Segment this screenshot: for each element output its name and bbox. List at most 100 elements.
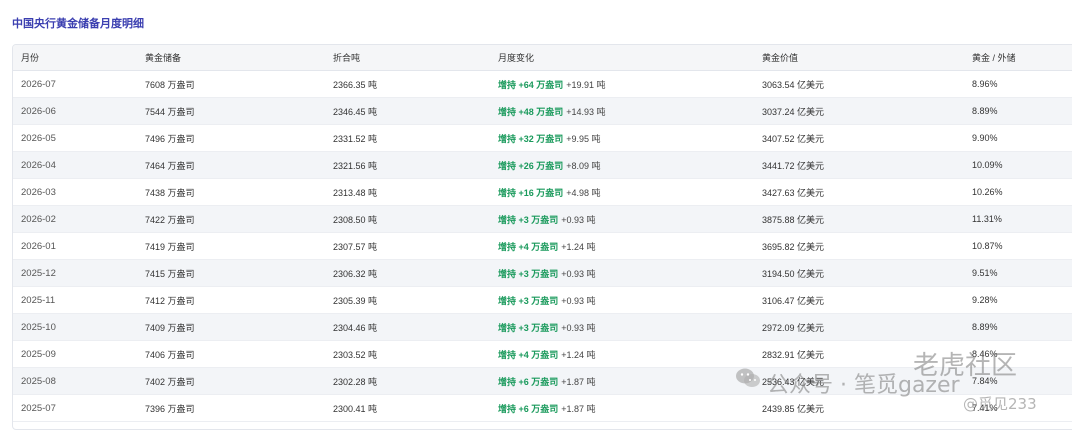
table-row[interactable]: 2026-06 7544 万盎司 2346.45 吨 增持 +48 万盎司 +14.93… xyxy=(13,98,1072,125)
change-delta: +1.24 吨 xyxy=(561,349,596,360)
cell-month: 2025-11 xyxy=(21,294,56,306)
cell-change: 增持 +26 万盎司 +8.09 吨 xyxy=(498,159,762,172)
change-label: 增持 +4 万盎司 xyxy=(498,241,559,252)
change-label: 增持 +32 万盎司 xyxy=(498,133,564,144)
cell-reserve: 7496 万盎司 xyxy=(145,133,195,144)
change-delta: +4.98 吨 xyxy=(566,187,601,198)
cell-change: 增持 +4 万盎司 +1.24 吨 xyxy=(498,348,762,361)
cell-ratio: 8.89% xyxy=(972,322,998,332)
cell-ratio: 7.41% xyxy=(972,403,998,413)
cell-tons: 2313.48 吨 xyxy=(333,187,378,198)
table-row[interactable]: 2025-12 7415 万盎司 2306.32 吨 增持 +3 万盎司 +0.93 吨… xyxy=(13,260,1072,287)
cell-reserve: 7409 万盎司 xyxy=(145,322,195,333)
cell-change: 增持 +3 万盎司 +0.93 吨 xyxy=(498,213,762,226)
change-delta: +0.93 吨 xyxy=(561,268,596,279)
cell-tons: 2321.56 吨 xyxy=(333,160,378,171)
cell-value: 2439.85 亿美元 xyxy=(762,403,825,414)
table-row[interactable]: 2026-01 7419 万盎司 2307.57 吨 增持 +4 万盎司 +1.24 吨… xyxy=(13,233,1072,260)
cell-ratio: 10.87% xyxy=(972,241,1003,251)
table-row[interactable]: 2026-02 7422 万盎司 2308.50 吨 增持 +3 万盎司 +0.93 吨… xyxy=(13,206,1072,233)
cell-month: 2025-07 xyxy=(21,402,56,414)
change-label: 增持 +26 万盎司 xyxy=(498,160,564,171)
table-row[interactable]: 2026-07 7608 万盎司 2366.35 吨 增持 +64 万盎司 +19.91… xyxy=(13,71,1072,98)
cell-change: 增持 +64 万盎司 +19.91 吨 xyxy=(498,78,762,91)
cell-value: 3695.82 亿美元 xyxy=(762,241,825,252)
cell-tons: 2304.46 吨 xyxy=(333,322,378,333)
header-tons[interactable]: 折合吨 xyxy=(333,51,498,64)
cell-month: 2026-03 xyxy=(21,186,56,198)
cell-change: 增持 +3 万盎司 +0.93 吨 xyxy=(498,294,762,307)
cell-value: 3427.63 亿美元 xyxy=(762,187,825,198)
cell-change: 增持 +6 万盎司 +1.87 吨 xyxy=(498,375,762,388)
cell-value: 3194.50 亿美元 xyxy=(762,268,825,279)
cell-month: 2025-08 xyxy=(21,375,56,387)
cell-ratio: 11.31% xyxy=(972,214,1002,224)
change-delta: +9.95 吨 xyxy=(566,133,601,144)
cell-month: 2026-07 xyxy=(21,78,56,90)
cell-ratio: 8.89% xyxy=(972,106,998,116)
header-reserve[interactable]: 黄金储备 xyxy=(145,51,333,64)
cell-value: 3037.24 亿美元 xyxy=(762,106,825,117)
cell-change: 增持 +32 万盎司 +9.95 吨 xyxy=(498,132,762,145)
cell-value: 3875.88 亿美元 xyxy=(762,214,825,225)
cell-reserve: 7412 万盎司 xyxy=(145,295,195,306)
cell-month: 2026-02 xyxy=(21,213,56,225)
cell-ratio: 7.84% xyxy=(972,376,998,386)
cell-month: 2025-10 xyxy=(21,321,56,333)
cell-month: 2025-09 xyxy=(21,348,56,360)
table-row[interactable]: 2026-03 7438 万盎司 2313.48 吨 增持 +16 万盎司 +4.98 … xyxy=(13,179,1072,206)
table-row[interactable]: 2025-11 7412 万盎司 2305.39 吨 增持 +3 万盎司 +0.93 吨… xyxy=(13,287,1072,314)
cell-month: 2025-12 xyxy=(21,267,56,279)
table-row[interactable]: 2025-07 7396 万盎司 2300.41 吨 增持 +6 万盎司 +1.87 吨… xyxy=(13,395,1072,422)
table-row[interactable]: 2025-10 7409 万盎司 2304.46 吨 增持 +3 万盎司 +0.93 吨… xyxy=(13,314,1072,341)
table-body: 2026-07 7608 万盎司 2366.35 吨 增持 +64 万盎司 +19.91… xyxy=(13,71,1072,422)
cell-value: 3407.52 亿美元 xyxy=(762,133,825,144)
header-month[interactable]: 月份 xyxy=(13,51,145,64)
cell-value: 2972.09 亿美元 xyxy=(762,322,825,333)
cell-tons: 2307.57 吨 xyxy=(333,241,378,252)
cell-ratio: 8.96% xyxy=(972,79,998,89)
cell-ratio: 9.90% xyxy=(972,133,998,143)
cell-value: 2536.43 亿美元 xyxy=(762,376,825,387)
header-value[interactable]: 黄金价值 xyxy=(762,51,972,64)
table-header: 月份 黄金储备 折合吨 月度变化 黄金价值 黄金 / 外储 xyxy=(13,45,1072,71)
cell-ratio: 8.46% xyxy=(972,349,998,359)
table-row[interactable]: 2025-08 7402 万盎司 2302.28 吨 增持 +6 万盎司 +1.87 吨… xyxy=(13,368,1072,395)
cell-reserve: 7438 万盎司 xyxy=(145,187,195,198)
change-label: 增持 +4 万盎司 xyxy=(498,349,559,360)
header-change[interactable]: 月度变化 xyxy=(498,51,762,64)
cell-tons: 2366.35 吨 xyxy=(333,79,378,90)
change-label: 增持 +3 万盎司 xyxy=(498,214,559,225)
cell-month: 2026-04 xyxy=(21,159,56,171)
cell-tons: 2305.39 吨 xyxy=(333,295,378,306)
change-label: 增持 +16 万盎司 xyxy=(498,187,564,198)
cell-reserve: 7464 万盎司 xyxy=(145,160,195,171)
table-row[interactable]: 2026-04 7464 万盎司 2321.56 吨 增持 +26 万盎司 +8.09 … xyxy=(13,152,1072,179)
change-label: 增持 +48 万盎司 xyxy=(498,106,564,117)
cell-reserve: 7419 万盎司 xyxy=(145,241,195,252)
cell-ratio: 10.26% xyxy=(972,187,1003,197)
cell-change: 增持 +16 万盎司 +4.98 吨 xyxy=(498,186,762,199)
cell-ratio: 9.51% xyxy=(972,268,998,278)
cell-tons: 2302.28 吨 xyxy=(333,376,378,387)
change-delta: +0.93 吨 xyxy=(561,295,596,306)
cell-month: 2026-06 xyxy=(21,105,56,117)
change-delta: +8.09 吨 xyxy=(566,160,601,171)
change-delta: +0.93 吨 xyxy=(561,214,596,225)
cell-value: 3106.47 亿美元 xyxy=(762,295,825,306)
cell-reserve: 7544 万盎司 xyxy=(145,106,195,117)
table-row[interactable]: 2026-05 7496 万盎司 2331.52 吨 增持 +32 万盎司 +9.95 … xyxy=(13,125,1072,152)
cell-ratio: 10.09% xyxy=(972,160,1003,170)
cell-change: 增持 +3 万盎司 +0.93 吨 xyxy=(498,321,762,334)
cell-month: 2026-01 xyxy=(21,240,56,252)
cell-value: 2832.91 亿美元 xyxy=(762,349,825,360)
cell-tons: 2331.52 吨 xyxy=(333,133,378,144)
table-row[interactable]: 2025-09 7406 万盎司 2303.52 吨 增持 +4 万盎司 +1.24 吨… xyxy=(13,341,1072,368)
header-ratio[interactable]: 黄金 / 外储 xyxy=(972,51,1072,64)
cell-reserve: 7415 万盎司 xyxy=(145,268,195,279)
cell-month: 2026-05 xyxy=(21,132,56,144)
change-label: 增持 +3 万盎司 xyxy=(498,322,559,333)
change-label: 增持 +6 万盎司 xyxy=(498,376,559,387)
cell-change: 增持 +3 万盎司 +0.93 吨 xyxy=(498,267,762,280)
cell-value: 3063.54 亿美元 xyxy=(762,79,825,90)
